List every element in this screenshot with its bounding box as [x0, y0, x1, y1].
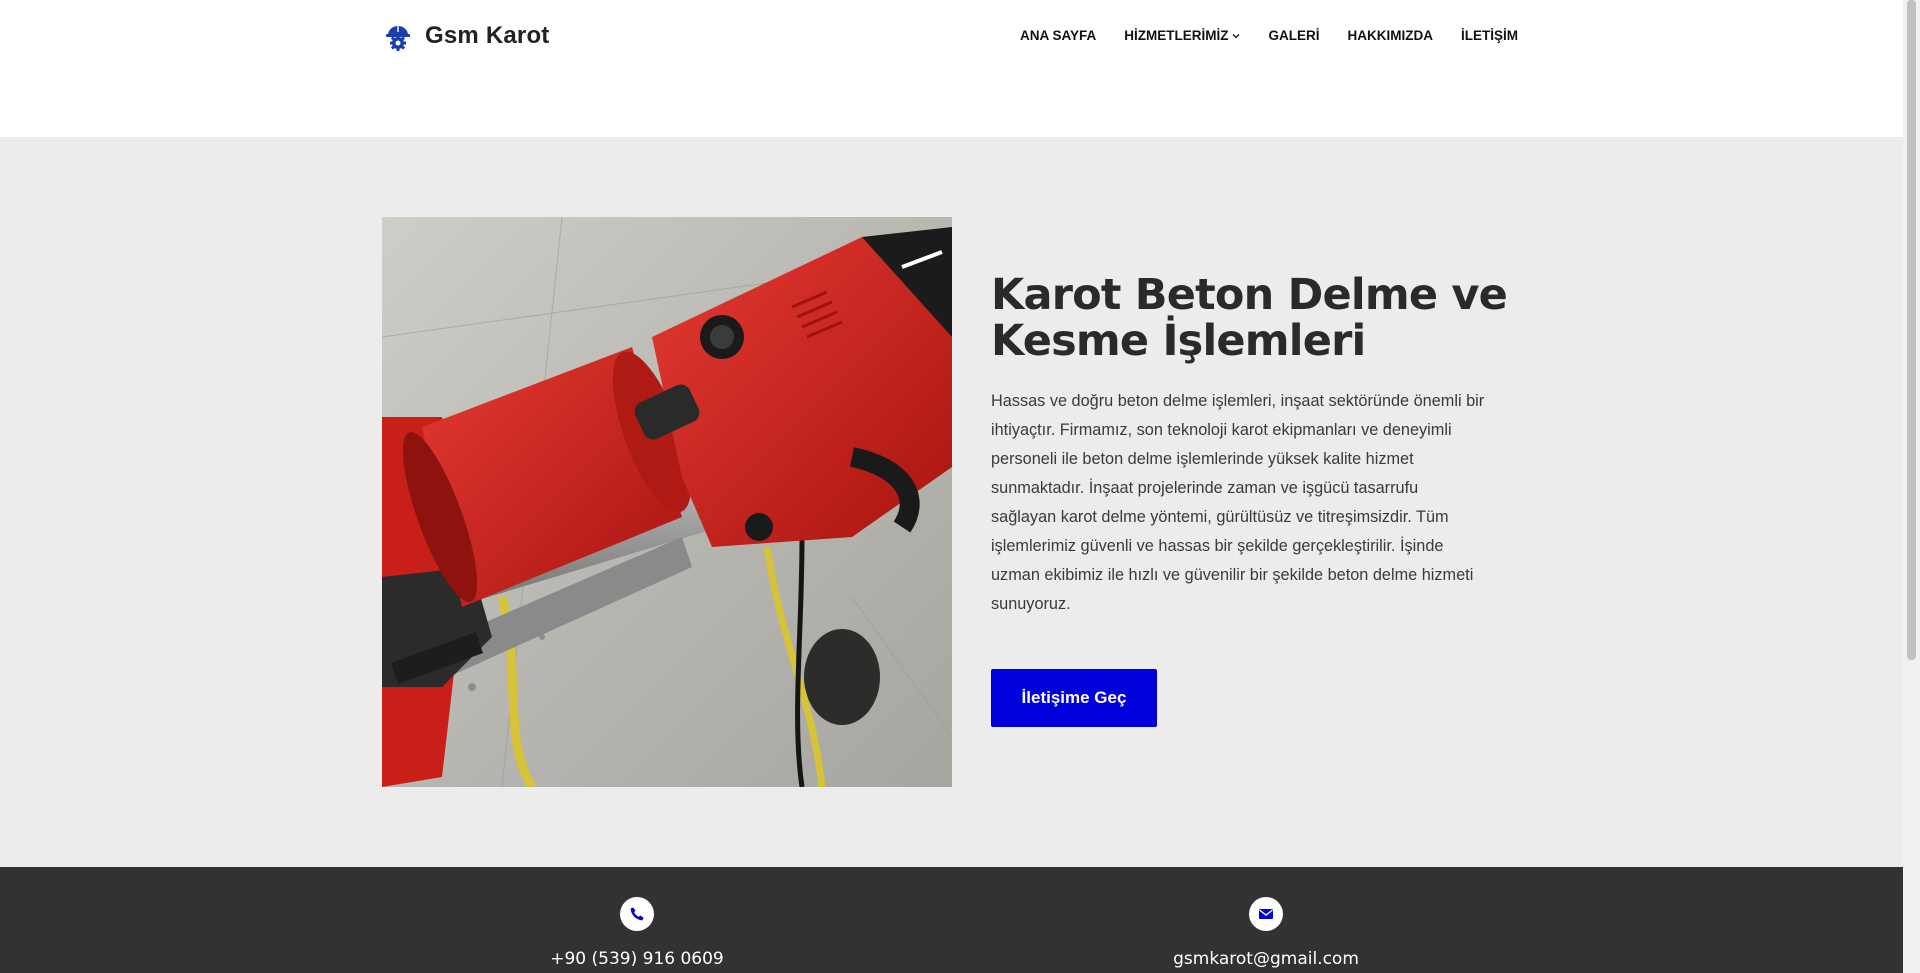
- hero-paragraph: Hassas ve doğru beton delme işlemleri, i…: [991, 392, 1485, 613]
- nav-item-home[interactable]: ANA SAYFA: [1020, 28, 1096, 43]
- main-nav: ANA SAYFA HİZMETLERİMİZ GALERİ HAKKIMIZD…: [1020, 28, 1518, 43]
- nav-item-services-label: HİZMETLERİMİZ: [1124, 28, 1229, 43]
- envelope-icon: [1259, 909, 1273, 919]
- phone-contact: +90 (539) 916 0609: [487, 897, 787, 969]
- phone-icon-circle[interactable]: [620, 897, 654, 931]
- phone-number-link[interactable]: +90 (539) 916 0609: [550, 949, 724, 969]
- hero-section: Karot Beton Delme ve Kesme İşlemleri Has…: [0, 137, 1903, 867]
- contact-cta-button[interactable]: İletişime Geç: [991, 669, 1157, 727]
- hero-title: Karot Beton Delme ve Kesme İşlemleri: [991, 270, 1508, 366]
- brand-logo[interactable]: Gsm Karot: [383, 21, 550, 51]
- vertical-scrollbar[interactable]: [1903, 0, 1920, 973]
- email-icon-circle[interactable]: [1249, 897, 1283, 931]
- phone-icon: [630, 907, 644, 921]
- email-contact: gsmkarot@gmail.com: [1116, 897, 1416, 969]
- scrollbar-thumb[interactable]: [1907, 0, 1916, 660]
- nav-item-about[interactable]: HAKKIMIZDA: [1348, 28, 1434, 43]
- site-header: Gsm Karot ANA SAYFA HİZMETLERİMİZ GALERİ…: [0, 0, 1903, 137]
- hero-image: [382, 217, 952, 787]
- chevron-down-icon: [1233, 33, 1240, 38]
- email-link[interactable]: gsmkarot@gmail.com: [1173, 949, 1359, 969]
- nav-item-services[interactable]: HİZMETLERİMİZ: [1124, 28, 1240, 43]
- brand-name: Gsm Karot: [425, 22, 550, 49]
- nav-item-gallery[interactable]: GALERİ: [1268, 28, 1319, 43]
- core-drill-illustration: [382, 217, 952, 787]
- contact-footer: +90 (539) 916 0609 gsmkarot@gmail.com: [0, 867, 1903, 973]
- nav-item-contact[interactable]: İLETİŞİM: [1461, 28, 1518, 43]
- helmet-gear-icon: [386, 25, 410, 51]
